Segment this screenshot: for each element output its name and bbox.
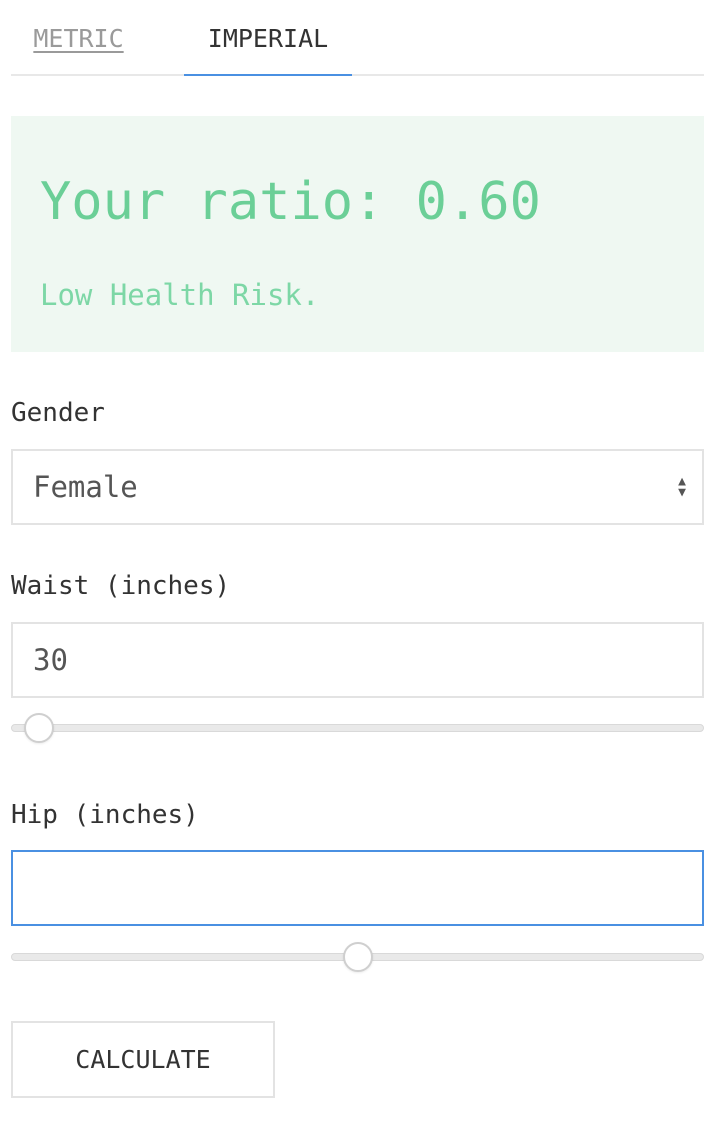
- result-risk: Low Health Risk.: [40, 278, 320, 312]
- gender-label: Gender: [11, 398, 105, 428]
- tab-metric[interactable]: METRIC: [11, 0, 146, 76]
- result-panel: Your ratio: 0.60 Low Health Risk.: [11, 116, 704, 352]
- waist-slider[interactable]: [11, 712, 704, 744]
- waist-input[interactable]: 30: [11, 622, 704, 698]
- gender-select-value: Female: [33, 470, 138, 504]
- hip-slider[interactable]: [11, 941, 704, 973]
- waist-slider-track[interactable]: [11, 724, 704, 732]
- hip-label: Hip (inches): [11, 800, 199, 830]
- tab-imperial[interactable]: IMPERIAL: [184, 0, 352, 76]
- result-ratio: Your ratio: 0.60: [40, 172, 541, 232]
- gender-select[interactable]: Female ▲ ▼: [11, 449, 704, 525]
- calculate-button[interactable]: CALCULATE: [11, 1021, 275, 1098]
- hip-slider-thumb[interactable]: [342, 942, 373, 972]
- up-down-arrows-icon: ▲ ▼: [678, 474, 686, 500]
- unit-tabs: METRIC IMPERIAL: [11, 0, 704, 76]
- waist-slider-thumb[interactable]: [24, 713, 55, 743]
- waist-label: Waist (inches): [11, 571, 231, 601]
- waist-input-value: 30: [33, 643, 68, 677]
- active-tab-indicator: [184, 74, 352, 76]
- hip-input[interactable]: [11, 850, 704, 926]
